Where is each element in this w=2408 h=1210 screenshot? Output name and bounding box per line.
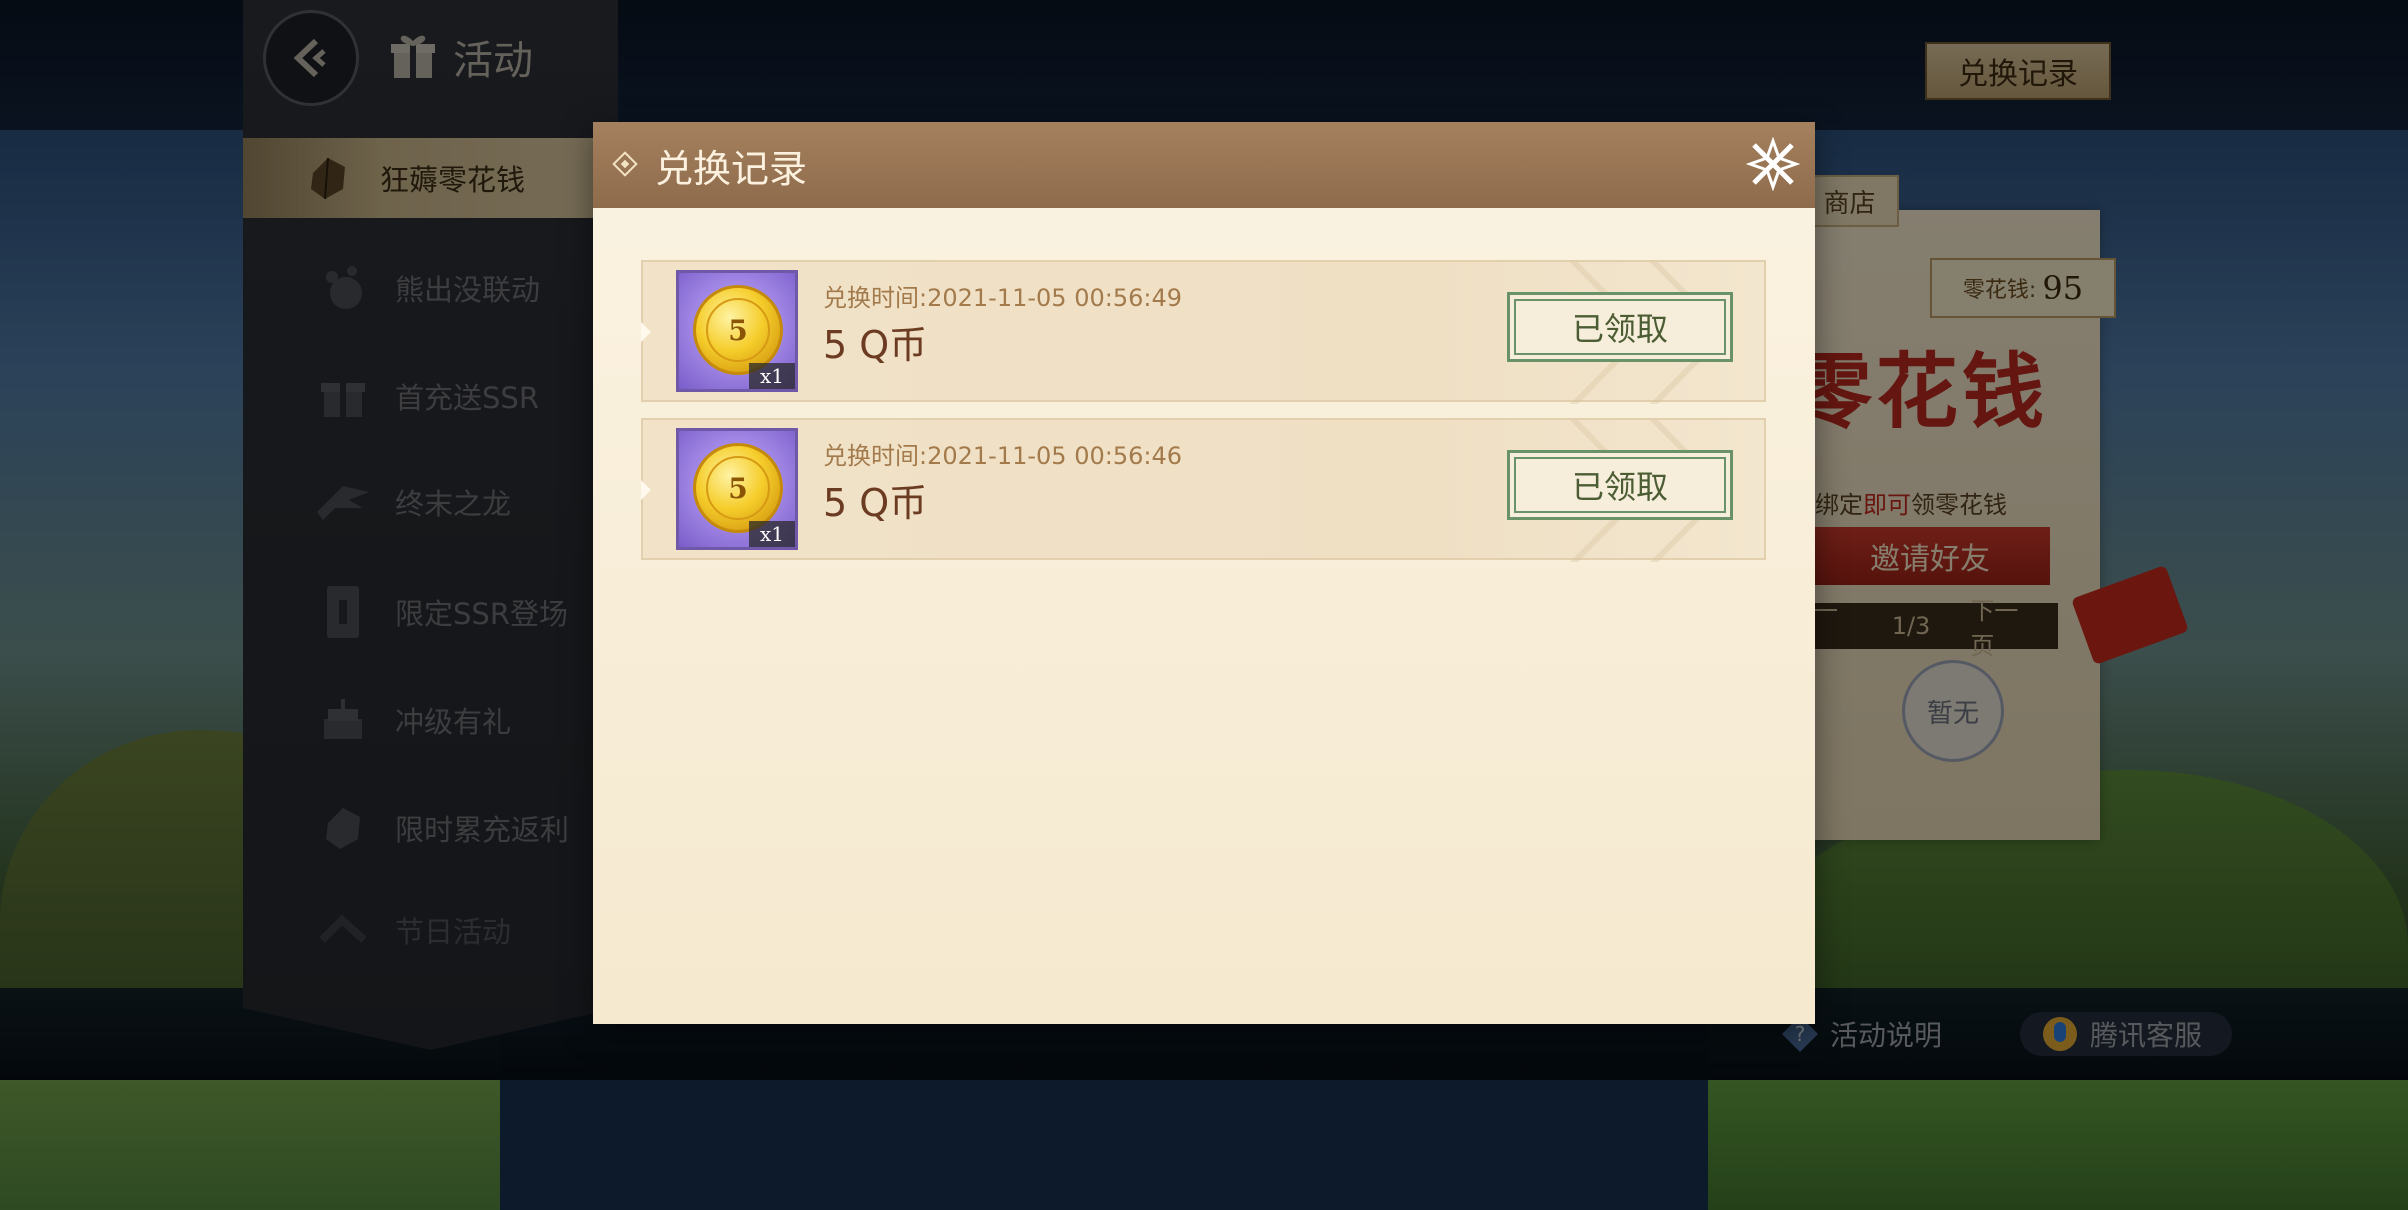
exchange-time: 兑换时间:2021-11-05 00:56:46 bbox=[823, 436, 1182, 471]
close-icon bbox=[1746, 137, 1800, 191]
coin-icon: 5 bbox=[693, 443, 783, 533]
row-notch bbox=[641, 322, 651, 342]
q-coin-item-icon: 5 x1 bbox=[676, 270, 798, 392]
quantity-badge: x1 bbox=[749, 363, 795, 389]
diamond-icon bbox=[612, 151, 638, 177]
claimed-button[interactable]: 已领取 bbox=[1507, 450, 1733, 520]
exchange-time-value: 2021-11-05 00:56:46 bbox=[927, 442, 1182, 470]
exchange-record-modal: 兑换记录 5 x1 兑换时间:2021-11-05 00:56:49 5 Q币 … bbox=[593, 122, 1815, 1024]
modal-title: 兑换记录 bbox=[655, 147, 808, 191]
close-button[interactable] bbox=[1743, 134, 1803, 194]
q-coin-item-icon: 5 x1 bbox=[676, 428, 798, 550]
quantity-badge: x1 bbox=[749, 521, 795, 547]
coin-icon: 5 bbox=[693, 285, 783, 375]
claimed-button[interactable]: 已领取 bbox=[1507, 292, 1733, 362]
exchange-time-label: 兑换时间: bbox=[823, 284, 928, 312]
exchange-time: 兑换时间:2021-11-05 00:56:49 bbox=[823, 278, 1182, 313]
coin-value: 5 bbox=[706, 456, 770, 520]
row-notch bbox=[641, 480, 651, 500]
record-row: 5 x1 兑换时间:2021-11-05 00:56:49 5 Q币 已领取 bbox=[641, 260, 1766, 404]
item-name: 5 Q币 bbox=[823, 323, 928, 367]
exchange-time-label: 兑换时间: bbox=[823, 442, 928, 470]
exchange-time-value: 2021-11-05 00:56:49 bbox=[927, 284, 1182, 312]
coin-value: 5 bbox=[706, 298, 770, 362]
item-name: 5 Q币 bbox=[823, 481, 928, 525]
modal-header: 兑换记录 bbox=[593, 122, 1815, 208]
record-row: 5 x1 兑换时间:2021-11-05 00:56:46 5 Q币 已领取 bbox=[641, 418, 1766, 562]
